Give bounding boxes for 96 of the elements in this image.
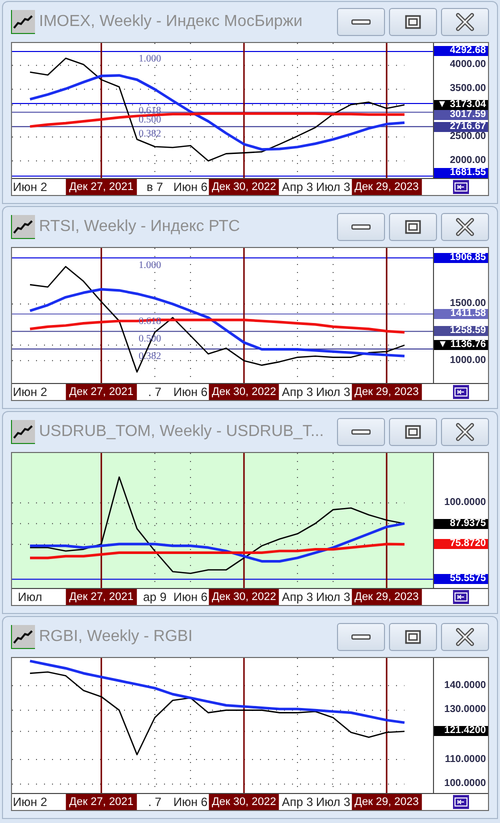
- axis-label: Июн 2: [12, 385, 48, 399]
- axis-label: Апр 3: [282, 590, 314, 604]
- axis-label: 3500.00: [448, 84, 487, 94]
- minimize-icon: [351, 634, 371, 640]
- axis-label: Июл: [18, 590, 42, 604]
- fibonacci-label: 1.000: [138, 53, 162, 64]
- date-tag: Дек 29, 2023: [352, 179, 422, 195]
- chart-window-icon: [11, 10, 35, 34]
- price-tag: ▼ 3173.04: [434, 100, 488, 110]
- price-tag: 1906.85: [434, 252, 488, 263]
- maximize-button[interactable]: [389, 213, 437, 241]
- close-button[interactable]: [441, 623, 489, 651]
- chart-window-icon: [11, 420, 35, 444]
- close-button[interactable]: [441, 8, 489, 36]
- axis-label: . 7: [148, 385, 162, 399]
- close-icon: [456, 423, 474, 441]
- axis-label: Июн 2: [12, 795, 48, 809]
- window-title: RGBI, Weekly - RGBI: [39, 628, 194, 646]
- axis-label: Июл 3: [316, 385, 350, 399]
- close-icon: [456, 218, 474, 236]
- axis-label: ар 9: [143, 590, 166, 604]
- minimize-button[interactable]: [337, 8, 385, 36]
- axis-label: Апр 3: [282, 385, 314, 399]
- price-tag: 75.8720: [434, 539, 488, 550]
- minimize-button[interactable]: [337, 213, 385, 241]
- axis-label: . 7: [148, 795, 162, 809]
- axis-label: Июл 3: [316, 795, 350, 809]
- maximize-icon: [405, 15, 421, 29]
- date-tag: Дек 29, 2023: [352, 384, 422, 400]
- chart-window-icon: [11, 625, 35, 649]
- price-tag: 1411.58: [434, 309, 488, 319]
- axis-label: 2500.00: [448, 132, 487, 142]
- date-tag: Дек 27, 2021: [66, 794, 136, 810]
- axis-label: 100.0000: [443, 779, 487, 790]
- axis-label: в 7: [146, 180, 163, 194]
- axis-label: Апр 3: [282, 180, 314, 194]
- axis-label: 1500.00: [448, 298, 487, 309]
- minimize-icon: [351, 224, 371, 230]
- axis-label: Июн 6: [173, 385, 208, 399]
- axis-label: 140.0000: [443, 680, 487, 691]
- date-tag: Дек 29, 2023: [352, 589, 422, 605]
- price-tag: 87.9375: [434, 518, 488, 529]
- axis-label: Июн 6: [173, 795, 208, 809]
- price-tag: 121.4200: [434, 726, 488, 736]
- date-tag: Дек 30, 2022: [208, 589, 280, 605]
- price-tag: 4292.68: [434, 46, 488, 56]
- minimize-icon: [351, 429, 371, 435]
- axis-label: Апр 3: [282, 795, 314, 809]
- close-icon: [456, 628, 474, 646]
- maximize-icon: [405, 425, 421, 439]
- price-tag: 2716.67: [434, 122, 488, 132]
- axis-label: Июл 3: [316, 180, 350, 194]
- axis-label: Июн 6: [173, 590, 208, 604]
- fibonacci-label: 0.382: [138, 128, 162, 140]
- chart-window-icon: [11, 215, 35, 239]
- close-icon: [456, 13, 474, 31]
- scroll-to-end-icon[interactable]: [453, 795, 469, 809]
- axis-label: 1000.00: [448, 356, 487, 366]
- axis-label: Июл 3: [316, 590, 350, 604]
- price-tag: ▼ 1136.76: [434, 340, 488, 350]
- price-tag: 55.5575: [434, 574, 488, 584]
- close-button[interactable]: [441, 213, 489, 241]
- axis-label: 100.0000: [443, 498, 487, 508]
- scroll-to-end-icon[interactable]: [453, 385, 469, 399]
- window-title: RTSI, Weekly - Индекс РТС: [39, 218, 241, 236]
- axis-label: 2000.00: [448, 156, 487, 166]
- fibonacci-label: 1.000: [138, 260, 162, 271]
- maximize-icon: [405, 220, 421, 234]
- minimize-button[interactable]: [337, 623, 385, 651]
- maximize-button[interactable]: [389, 418, 437, 446]
- date-tag: Дек 27, 2021: [66, 384, 136, 400]
- window-title: IMOEX, Weekly - Индекс МосБиржи: [39, 13, 304, 31]
- axis-label: Июн 6: [173, 180, 208, 194]
- maximize-button[interactable]: [389, 623, 437, 651]
- fibonacci-label: 0.500: [138, 114, 162, 126]
- date-tag: Дек 30, 2022: [208, 794, 280, 810]
- maximize-button[interactable]: [389, 8, 437, 36]
- date-tag: Дек 27, 2021: [66, 179, 136, 195]
- date-tag: Дек 30, 2022: [208, 384, 280, 400]
- minimize-button[interactable]: [337, 418, 385, 446]
- maximize-icon: [405, 630, 421, 644]
- axis-label: 130.0000: [443, 705, 487, 716]
- close-button[interactable]: [441, 418, 489, 446]
- price-tag: 3017.59: [434, 110, 488, 120]
- date-tag: Дек 27, 2021: [66, 589, 136, 605]
- window-title: USDRUB_TOM, Weekly - USDRUB_T...: [39, 423, 325, 441]
- price-tag: 1681.55: [434, 168, 488, 178]
- date-tag: Дек 29, 2023: [352, 794, 422, 810]
- scroll-to-end-icon[interactable]: [453, 180, 469, 194]
- date-tag: Дек 30, 2022: [208, 179, 280, 195]
- axis-label: 110.0000: [444, 754, 487, 764]
- axis-label: Июн 2: [12, 180, 48, 194]
- price-tag: 1258.59: [434, 326, 488, 336]
- scroll-to-end-icon[interactable]: [453, 590, 469, 604]
- minimize-icon: [351, 19, 371, 25]
- axis-label: 4000.00: [448, 60, 487, 70]
